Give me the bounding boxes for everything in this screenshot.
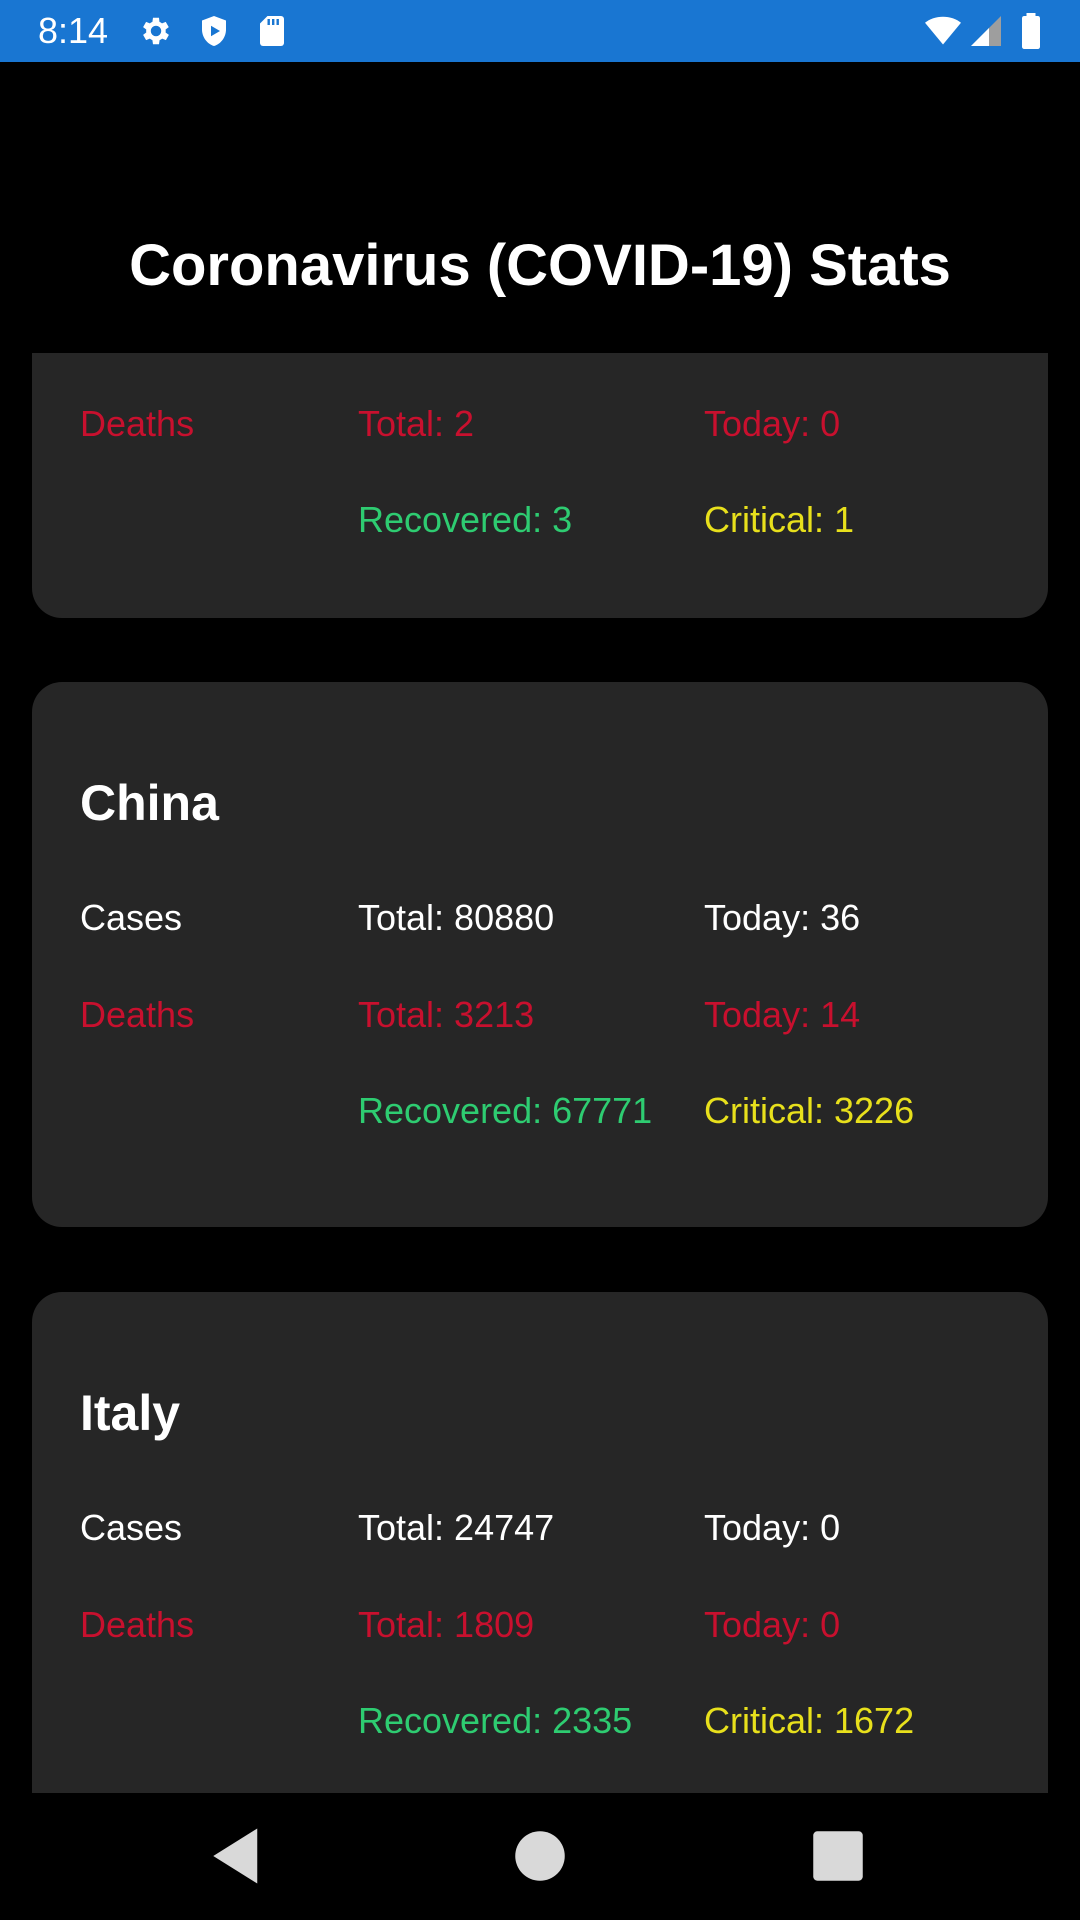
country-name: Italy [80,1385,181,1441]
deaths-label: Deaths [80,1604,195,1645]
deaths-today: Today: 14 [704,994,861,1035]
home-icon[interactable] [507,1823,573,1889]
app-screen: 8:14 Coronavirus (COVID-19) Stats Deaths… [0,0,1080,1920]
status-bar: 8:14 [0,0,1080,62]
country-card[interactable]: Italy Cases Total: 24747 Today: 0 Deaths… [32,1292,1048,1793]
deaths-today: Today: 0 [704,403,841,444]
country-name: China [80,775,219,831]
recovered-count: Recovered: 67771 [358,1090,653,1131]
deaths-label: Deaths [80,403,195,444]
page-title: Coronavirus (COVID-19) Stats [129,233,951,298]
wifi-icon [925,16,961,45]
cases-label: Cases [80,1507,183,1548]
back-icon[interactable] [205,1823,271,1889]
shield-icon [202,16,226,46]
cases-today: Today: 0 [704,1507,841,1548]
critical-count: Critical: 3226 [704,1090,915,1131]
critical-count: Critical: 1672 [704,1700,915,1741]
recovered-count: Recovered: 2335 [358,1700,633,1741]
country-card[interactable]: China Cases Total: 80880 Today: 36 Death… [32,682,1048,1227]
cases-today: Today: 36 [704,897,861,938]
sd-card-icon [260,16,284,46]
signal-icon [971,16,1001,46]
battery-icon [1022,13,1040,49]
cases-total: Total: 80880 [358,897,555,938]
deaths-total: Total: 2 [358,403,475,444]
country-card[interactable]: Deaths Total: 2 Today: 0 Recovered: 3 Cr… [32,353,1048,618]
country-list[interactable]: Deaths Total: 2 Today: 0 Recovered: 3 Cr… [0,353,1080,1793]
deaths-today: Today: 0 [704,1604,841,1645]
recents-icon[interactable] [805,1823,871,1889]
cases-total: Total: 24747 [358,1507,555,1548]
deaths-label: Deaths [80,994,195,1035]
deaths-total: Total: 3213 [358,994,535,1035]
status-time: 8:14 [38,10,109,51]
navigation-bar [0,1793,1080,1920]
settings-icon [143,17,169,45]
recovered-count: Recovered: 3 [358,499,573,540]
deaths-total: Total: 1809 [358,1604,535,1645]
critical-count: Critical: 1 [704,499,855,540]
cases-label: Cases [80,897,183,938]
